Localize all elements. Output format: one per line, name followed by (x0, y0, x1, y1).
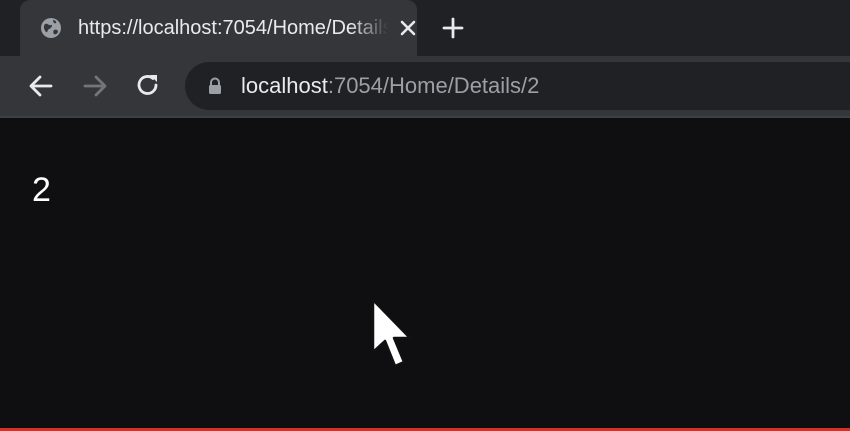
url-text[interactable]: localhost:7054/Home/Details/2 (241, 74, 539, 98)
globe-icon (41, 18, 61, 38)
tab-strip: https://localhost:7054/Home/Details/2 (0, 0, 850, 56)
page-body-text: 2 (32, 171, 51, 209)
forward-button[interactable] (81, 72, 109, 100)
tab-active[interactable]: https://localhost:7054/Home/Details/2 (20, 0, 417, 56)
tab-title: https://localhost:7054/Home/Details/2 (78, 17, 388, 39)
back-button[interactable] (27, 72, 55, 100)
lock-icon[interactable] (207, 77, 223, 95)
url-host: localhost (241, 73, 328, 98)
browser-window: https://localhost:7054/Home/Details/2 lo… (0, 0, 850, 431)
toolbar: localhost:7054/Home/Details/2 (0, 56, 850, 116)
reload-button[interactable] (134, 72, 162, 100)
new-tab-button[interactable] (442, 17, 464, 39)
address-bar[interactable]: localhost:7054/Home/Details/2 (185, 62, 850, 110)
url-path: :7054/Home/Details/2 (327, 73, 540, 98)
mouse-cursor-icon (371, 298, 412, 368)
close-icon[interactable] (398, 18, 418, 38)
page-content: 2 (0, 116, 850, 428)
